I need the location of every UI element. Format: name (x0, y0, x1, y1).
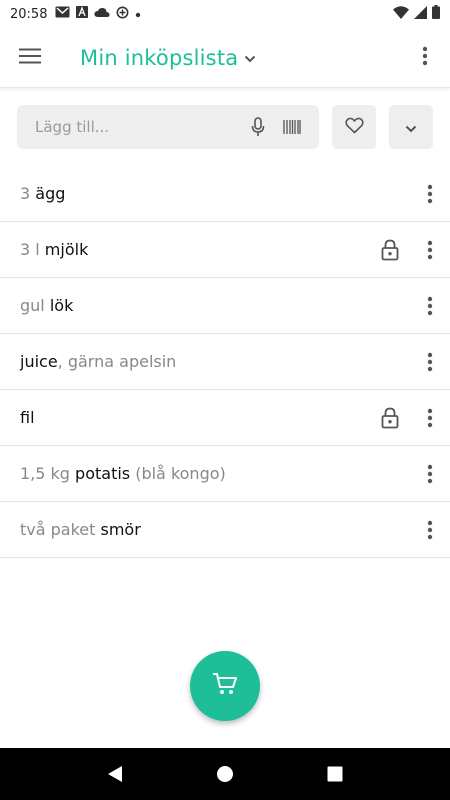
item-quantity: 3 l (20, 240, 45, 259)
item-text: två paket smör (20, 520, 141, 539)
home-circle-icon (217, 766, 233, 782)
recents-button[interactable] (315, 754, 355, 794)
expand-button[interactable] (389, 105, 433, 149)
item-menu-button[interactable] (410, 390, 450, 446)
add-item-input[interactable] (35, 118, 235, 136)
item-text: fil (20, 408, 35, 427)
heart-icon (344, 117, 364, 138)
cloud-icon (94, 7, 111, 22)
chevron-down-icon (244, 48, 256, 67)
more-vertical-icon (427, 184, 433, 203)
app-bar: Min inköpslista (0, 28, 450, 88)
add-item-bar (17, 105, 433, 149)
item-text: 3 ägg (20, 184, 65, 203)
list-item[interactable]: 3 ägg (0, 166, 450, 222)
chevron-down-icon (405, 118, 417, 137)
gmail-icon (55, 6, 70, 22)
list-item[interactable]: gul lök (0, 278, 450, 334)
item-menu-button[interactable] (410, 222, 450, 278)
home-button[interactable] (205, 754, 245, 794)
item-name: lök (49, 296, 74, 315)
hamburger-menu-icon (19, 48, 41, 68)
item-quantity: 1,5 kg (20, 464, 76, 483)
item-menu-button[interactable] (410, 166, 450, 222)
item-menu-button[interactable] (410, 334, 450, 390)
more-vertical-icon (427, 520, 433, 539)
more-vertical-icon (422, 46, 428, 70)
data-saver-icon (116, 6, 129, 23)
item-name: ägg (35, 184, 66, 203)
add-item-field (17, 105, 319, 149)
item-menu-button[interactable] (410, 278, 450, 334)
more-vertical-icon (427, 352, 433, 371)
lock-icon[interactable] (378, 238, 402, 262)
item-text: juice, gärna apelsin (20, 352, 176, 371)
more-vertical-icon (427, 464, 433, 483)
list-item[interactable]: fil (0, 390, 450, 446)
wifi-icon (393, 5, 409, 23)
signal-icon (414, 5, 427, 23)
recents-square-icon (327, 766, 343, 782)
list-item[interactable]: juice, gärna apelsin (0, 334, 450, 390)
shopping-mode-button[interactable] (190, 651, 260, 721)
item-menu-button[interactable] (410, 446, 450, 502)
overflow-menu-button[interactable] (400, 28, 450, 88)
font-icon (76, 6, 89, 22)
system-navigation-bar (0, 748, 450, 800)
lock-icon[interactable] (378, 406, 402, 430)
item-text: gul lök (20, 296, 73, 315)
item-name: fil (20, 408, 35, 427)
item-name: juice (20, 352, 58, 371)
more-vertical-icon (427, 296, 433, 315)
back-button[interactable] (95, 754, 135, 794)
favorites-button[interactable] (332, 105, 376, 149)
item-quantity: två paket (20, 520, 101, 539)
more-vertical-icon (427, 240, 433, 259)
battery-icon (432, 5, 440, 23)
list-item[interactable]: 1,5 kg potatis (blå kongo) (0, 446, 450, 502)
item-quantity: gul (20, 296, 50, 315)
dot-icon (135, 7, 141, 22)
list-item[interactable]: 3 l mjölk (0, 222, 450, 278)
microphone-icon[interactable] (247, 116, 269, 138)
page-title: Min inköpslista (80, 45, 239, 70)
shopping-cart-icon (212, 672, 238, 700)
item-text: 3 l mjölk (20, 240, 88, 259)
more-vertical-icon (427, 408, 433, 427)
back-triangle-icon (108, 766, 122, 782)
list-selector[interactable]: Min inköpslista (80, 46, 256, 70)
item-name: potatis (75, 464, 131, 483)
shopping-list: 3 ägg 3 l mjölk gul lök juice, gärna ape… (0, 166, 450, 558)
item-quantity: 3 (20, 184, 36, 203)
item-name: smör (100, 520, 141, 539)
item-name: mjölk (44, 240, 89, 259)
menu-button[interactable] (0, 28, 60, 88)
item-note: (blå kongo) (130, 464, 226, 483)
status-time: 20:58 (10, 6, 48, 22)
item-text: 1,5 kg potatis (blå kongo) (20, 464, 226, 483)
status-bar: 20:58 (0, 0, 450, 28)
barcode-icon[interactable] (281, 116, 303, 138)
list-item[interactable]: två paket smör (0, 502, 450, 558)
item-note: , gärna apelsin (57, 352, 177, 371)
item-menu-button[interactable] (410, 502, 450, 558)
